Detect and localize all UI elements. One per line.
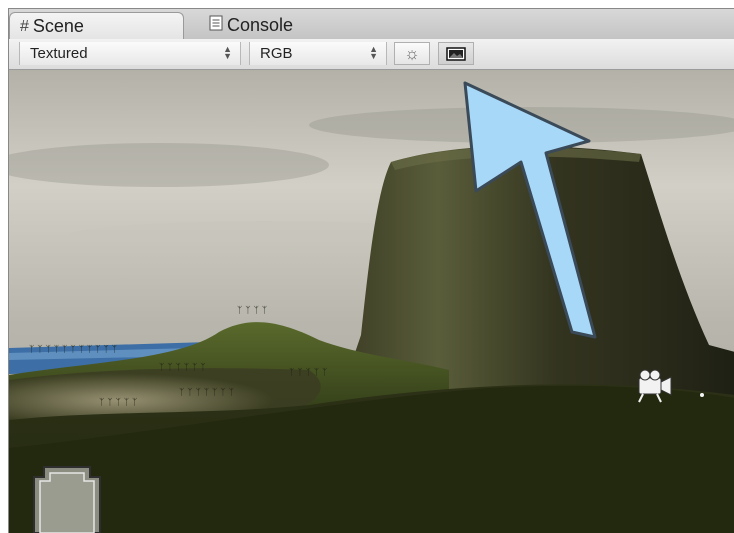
image-icon	[446, 46, 466, 61]
tab-console[interactable]: Console	[199, 12, 359, 39]
tab-scene[interactable]: # Scene	[9, 12, 184, 40]
grid-icon: #	[20, 17, 29, 35]
svg-text:ᛉ ᛉ ᛉ ᛉ ᛉ: ᛉ ᛉ ᛉ ᛉ ᛉ	[289, 367, 327, 378]
updown-arrows-icon: ▲ ▼	[223, 44, 232, 61]
scene-viewport[interactable]: ᛉ ᛉ ᛉ ᛉ ᛉ ᛉ ᛉ ᛉ ᛉ ᛉ ᛉ ᛉ ᛉ ᛉ ᛉ ᛉ ᛉ ᛉ ᛉ ᛉ …	[9, 70, 734, 533]
color-channel-value: RGB	[260, 45, 293, 62]
render-mode-value: Textured	[30, 45, 88, 62]
tab-console-label: Console	[227, 15, 294, 35]
scene-window: # Scene Console Textured ▲ ▼ RGB ▲ ▼ ☼ ᛉ…	[8, 8, 734, 533]
svg-text:ᛉ ᛉ ᛉ ᛉ: ᛉ ᛉ ᛉ ᛉ	[237, 305, 267, 316]
battery-gizmo-icon	[33, 466, 101, 533]
game-overlay-toggle[interactable]	[438, 42, 474, 65]
console-icon	[209, 15, 223, 36]
sun-lighting-icon: ☼	[404, 43, 420, 63]
scene-toolbar: Textured ▲ ▼ RGB ▲ ▼ ☼	[9, 39, 734, 70]
svg-text:ᛉ ᛉ ᛉ ᛉ ᛉ ᛉ: ᛉ ᛉ ᛉ ᛉ ᛉ ᛉ	[159, 362, 206, 373]
svg-text:ᛉ ᛉ ᛉ ᛉ ᛉ ᛉ ᛉ ᛉ ᛉ ᛉ ᛉ: ᛉ ᛉ ᛉ ᛉ ᛉ ᛉ ᛉ ᛉ ᛉ ᛉ ᛉ	[29, 344, 117, 355]
svg-text:ᛉ ᛉ ᛉ ᛉ ᛉ: ᛉ ᛉ ᛉ ᛉ ᛉ	[99, 397, 137, 408]
color-channel-dropdown[interactable]: RGB ▲ ▼	[249, 42, 387, 65]
render-mode-dropdown[interactable]: Textured ▲ ▼	[19, 42, 241, 65]
tab-scene-label: Scene	[32, 16, 84, 36]
tab-bar: # Scene Console	[9, 9, 734, 40]
updown-arrows-icon: ▲ ▼	[369, 44, 378, 61]
scene-lighting-toggle[interactable]: ☼	[394, 42, 430, 65]
svg-text:ᛉ ᛉ ᛉ ᛉ ᛉ ᛉ ᛉ: ᛉ ᛉ ᛉ ᛉ ᛉ ᛉ ᛉ	[179, 387, 234, 398]
light-gizmo-icon[interactable]	[700, 393, 704, 397]
